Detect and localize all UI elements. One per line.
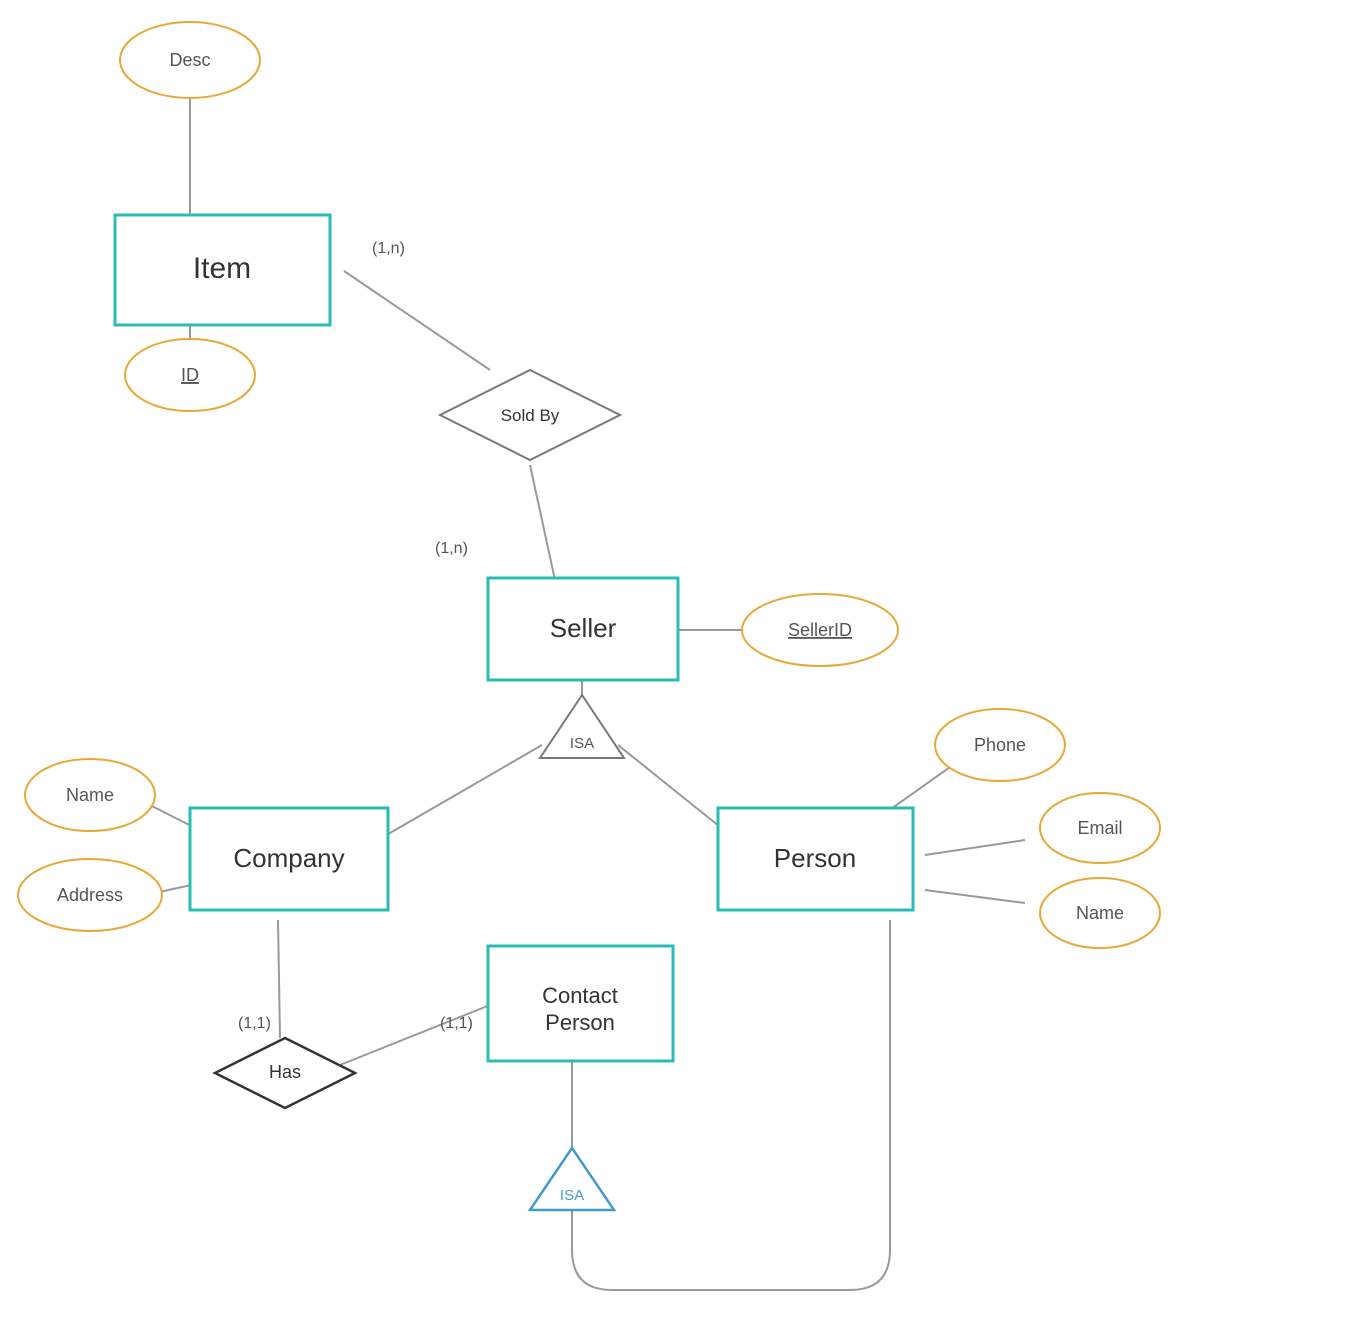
cardinality-1n-seller: (1,n)	[435, 540, 468, 557]
attr-company-name-label: Name	[66, 785, 114, 805]
attr-address-label: Address	[57, 885, 123, 905]
entity-company-label: Company	[233, 843, 344, 873]
er-diagram: (1,n) (1,n) (1,1) (1,1) Desc ID SellerID…	[0, 0, 1361, 1330]
entity-seller-label: Seller	[550, 613, 617, 643]
attr-email-label: Email	[1077, 818, 1122, 838]
attr-phone-label: Phone	[974, 735, 1026, 755]
entity-contact-person-label: Contact	[542, 983, 618, 1008]
entity-contact-person-label2: Person	[545, 1010, 615, 1035]
cardinality-1n-item: (1,n)	[372, 240, 405, 257]
isa-label-2: ISA	[560, 1187, 584, 1204]
entity-person-label: Person	[774, 843, 856, 873]
attr-desc-label: Desc	[169, 50, 210, 70]
attr-person-name-label: Name	[1076, 903, 1124, 923]
rel-sold-by-label: Sold By	[501, 406, 560, 425]
attr-sellerid-label: SellerID	[788, 620, 852, 640]
attr-id-label: ID	[181, 365, 199, 385]
cardinality-11-contact: (1,1)	[440, 1015, 473, 1032]
rel-has-label: Has	[269, 1062, 301, 1082]
isa-label-1: ISA	[570, 735, 594, 752]
cardinality-11-company: (1,1)	[238, 1015, 271, 1032]
entity-item-label: Item	[193, 252, 251, 285]
